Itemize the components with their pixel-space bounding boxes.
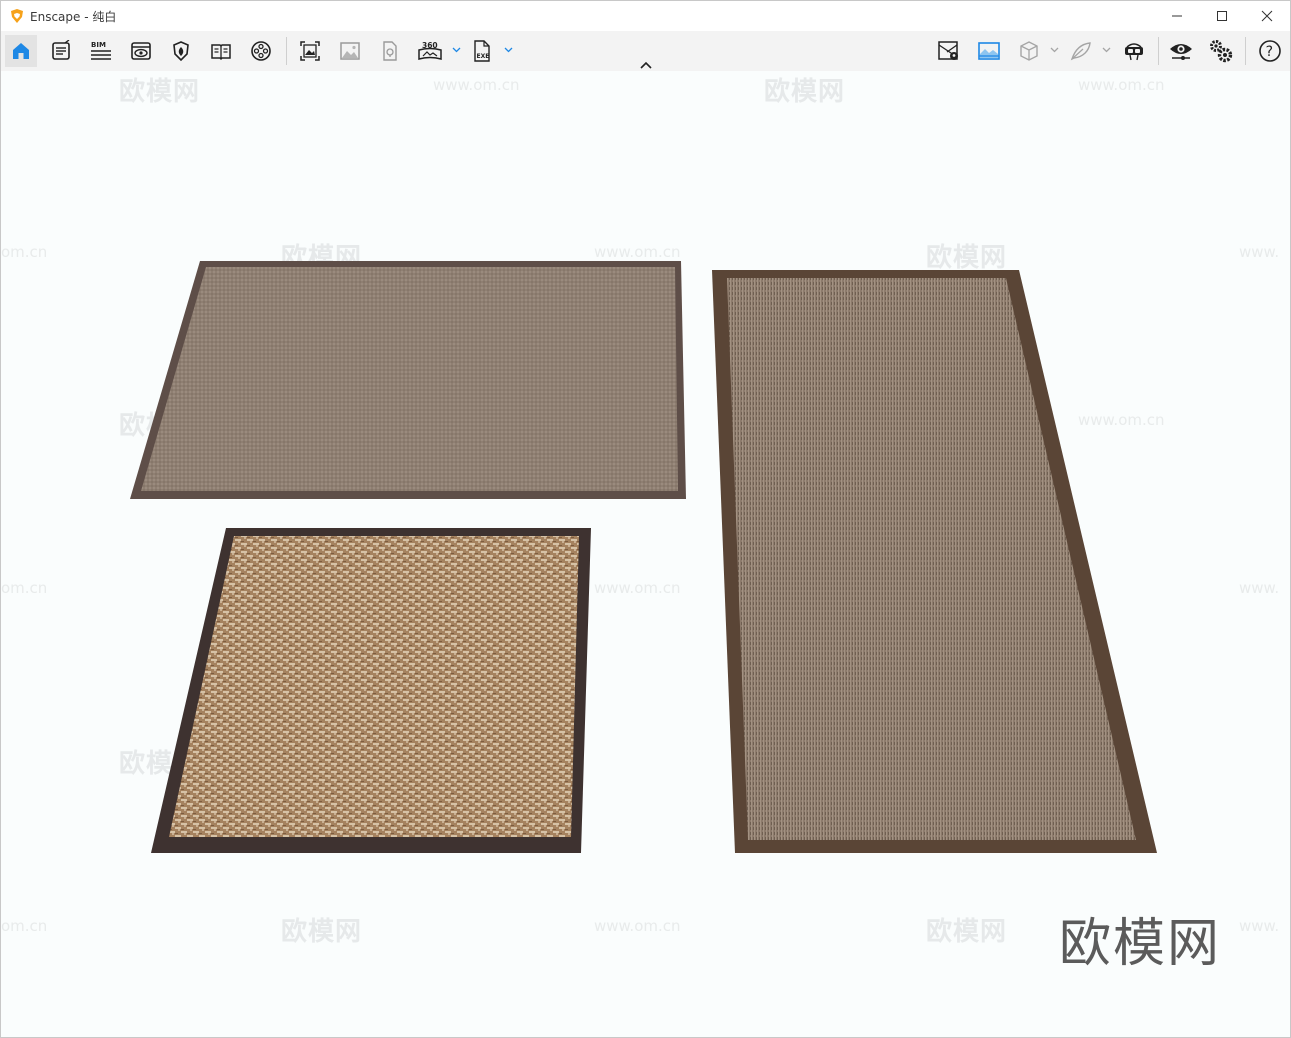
render-viewport[interactable]: 欧模网 www.om.cn 欧模网 www.om.cn om.cn 欧模网 ww… [1,71,1290,1037]
view-eye-icon [131,42,151,60]
screenshot-button[interactable] [294,35,326,67]
landscape-view-button[interactable] [973,35,1005,67]
video-editor-button[interactable] [245,35,277,67]
bim-icon-label: BIM [91,41,106,49]
minimize-button[interactable] [1154,1,1200,31]
close-icon [1261,10,1273,22]
close-button[interactable] [1244,1,1290,31]
asset-library-button[interactable] [165,35,197,67]
maximize-icon [1217,11,1227,21]
document-list-button[interactable] [45,35,77,67]
image-icon [340,42,360,60]
view-button[interactable] [125,35,157,67]
maximize-button[interactable] [1199,1,1245,31]
visual-settings-eye-icon [1170,44,1192,60]
chevron-down-icon [1102,47,1110,53]
title-bar: Enscape - 纯白 [1,1,1290,31]
panorama-360-icon: 360 [418,41,442,60]
panorama-dropdown[interactable] [451,45,461,55]
home-icon [13,43,29,59]
rug-top-left[interactable] [130,261,686,499]
landscape-view-icon [978,42,1000,60]
help-icon: ? [1259,40,1281,62]
enscape-logo-icon [11,9,23,23]
chevron-down-icon [504,47,512,53]
film-reel-icon [251,41,271,61]
rug-right-runner[interactable] [712,270,1157,853]
export-exe-button[interactable]: EXE [466,35,498,67]
collapse-toolbar-button[interactable] [638,59,654,71]
toolbar-separator [286,37,287,65]
toolbar-separator [1158,37,1159,65]
book-icon [211,44,231,61]
feather-button[interactable] [1065,35,1097,67]
cube-button[interactable] [1013,35,1045,67]
bim-button[interactable]: BIM [85,35,117,67]
vr-headset-button[interactable] [1118,35,1150,67]
leaf-shield-icon [173,41,189,62]
document-list-icon [52,40,70,60]
help-icon-label: ? [1266,44,1273,60]
file-bulb-icon [383,41,397,61]
rug-bottom-left[interactable] [151,528,591,853]
materials-book-button[interactable] [205,35,237,67]
screenshot-icon [300,41,320,61]
map-pin-icon [938,41,958,60]
rug-scene [130,261,1157,853]
bim-icon: BIM [91,41,111,60]
settings-gears-icon [1210,40,1233,63]
visual-settings-button[interactable] [1165,35,1197,67]
render-image-button[interactable] [334,35,366,67]
window-title: Enscape - 纯白 [30,10,117,24]
feather-icon [1070,42,1091,61]
brand-watermark: 欧模网 [1059,914,1222,974]
minimize-icon [1172,15,1182,17]
cube-dropdown[interactable] [1049,45,1059,55]
export-dropdown[interactable] [503,45,513,55]
enscape-window: Enscape - 纯白 BIM 360 EXE ? 欧模网 www.om.cn… [0,0,1291,1038]
chevron-down-icon [1050,47,1058,53]
batch-render-button[interactable] [374,35,406,67]
help-button[interactable]: ? [1254,35,1286,67]
exe-export-icon: EXE [474,40,490,62]
exe-icon-label: EXE [477,53,490,60]
home-button[interactable] [5,35,37,67]
toolbar-separator [1245,37,1246,65]
feather-dropdown[interactable] [1101,45,1111,55]
cube-icon [1020,41,1038,61]
chevron-down-icon [452,47,460,53]
map-view-button[interactable] [933,35,965,67]
vr-headset-icon [1125,43,1143,61]
general-settings-button[interactable] [1205,35,1237,67]
panorama-360-button[interactable]: 360 [414,35,446,67]
